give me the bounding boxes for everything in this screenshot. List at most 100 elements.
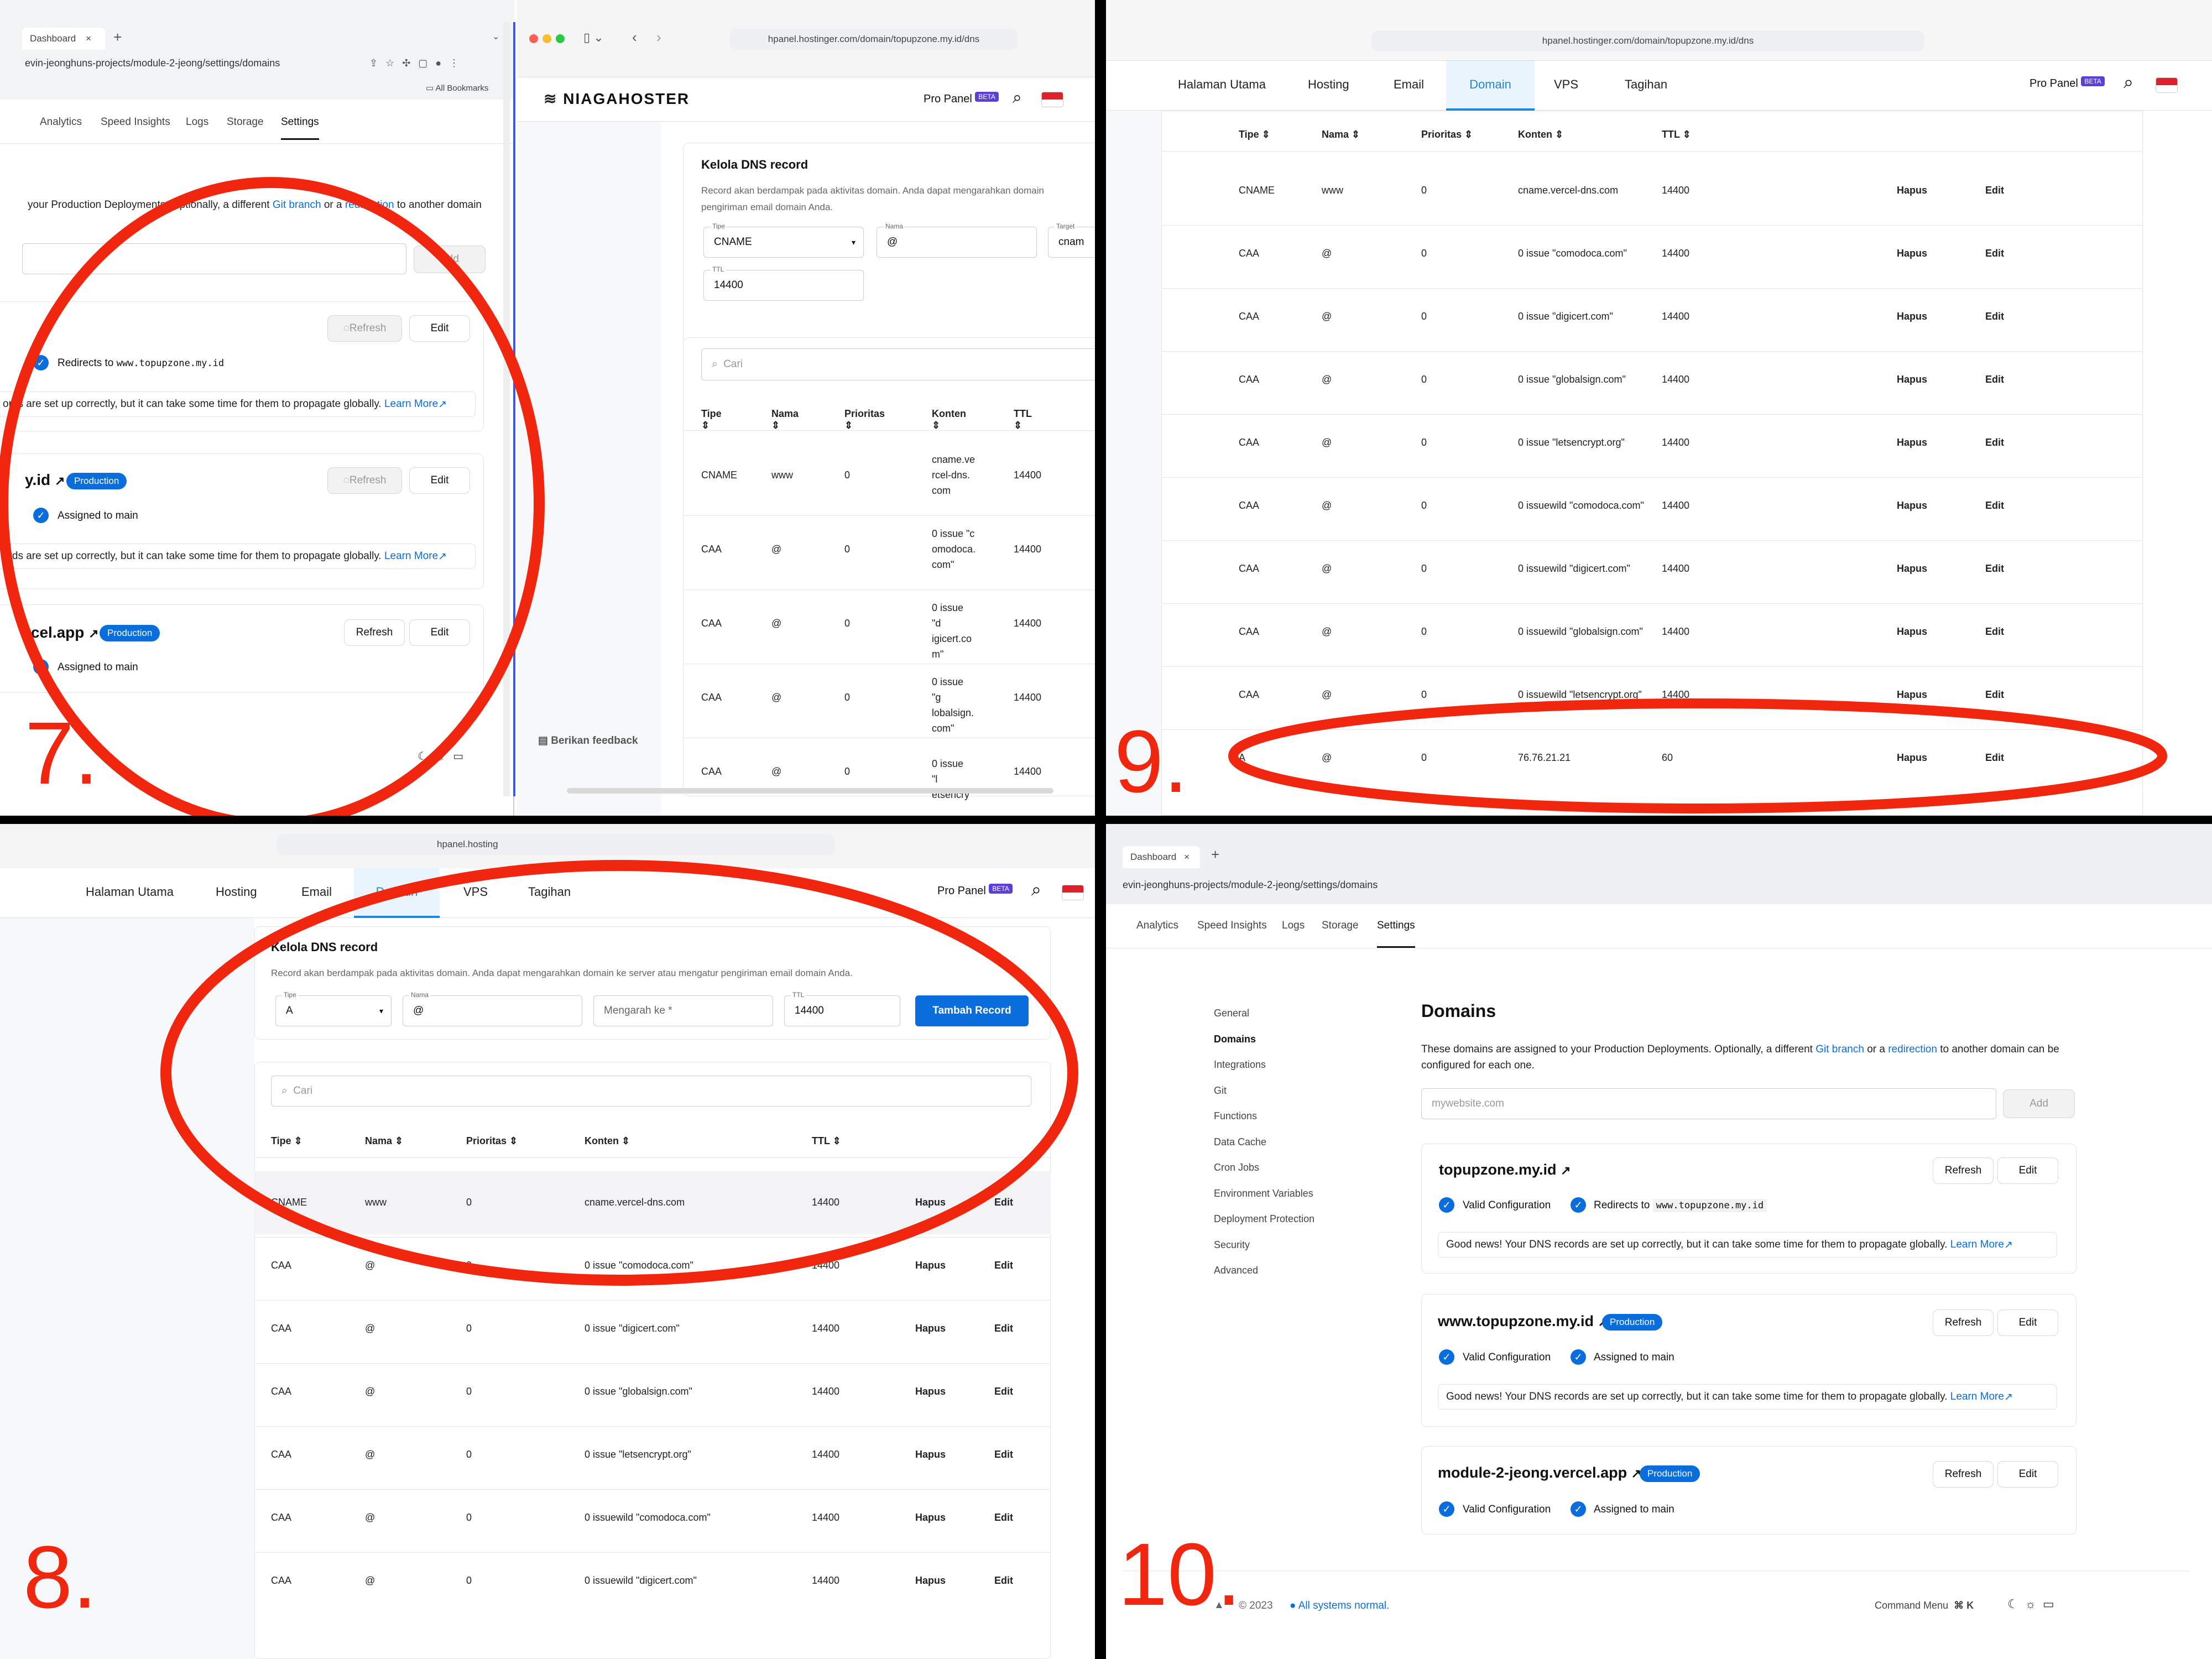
ttl-input[interactable]: 14400: [784, 995, 900, 1026]
domain-name[interactable]: www.topupzone.my.id ↗: [1438, 1313, 1608, 1330]
column-header[interactable]: Nama ⇕: [365, 1135, 403, 1147]
add-button[interactable]: Add: [414, 246, 486, 273]
edit-button[interactable]: Edit: [1985, 182, 2004, 198]
hapus-button[interactable]: Hapus: [1897, 309, 1927, 324]
edit-button[interactable]: Edit: [1985, 309, 2004, 324]
column-header[interactable]: Tipe ⇕: [701, 408, 722, 431]
edit-button[interactable]: Edit: [409, 467, 470, 494]
tab-storage[interactable]: Storage: [1322, 920, 1359, 932]
hapus-button[interactable]: Hapus: [1897, 435, 1927, 450]
tipe-select[interactable]: A ▾: [275, 995, 392, 1026]
edit-button[interactable]: Edit: [1985, 498, 2004, 513]
ttl-input[interactable]: 14400: [703, 270, 864, 301]
edit-button[interactable]: Edit: [1985, 624, 2004, 639]
feedback-button[interactable]: ▤ Berikan feedback: [538, 734, 638, 747]
edit-button[interactable]: Edit: [1985, 561, 2004, 576]
status-link[interactable]: ● All systems normal.: [1290, 1600, 1389, 1612]
hapus-button[interactable]: Hapus: [915, 1384, 946, 1399]
column-header[interactable]: Konten ⇕: [1518, 129, 1563, 140]
column-header[interactable]: TTL ⇕: [1014, 408, 1032, 431]
flag-icon[interactable]: [1041, 92, 1063, 107]
tab-storage[interactable]: Storage: [227, 116, 264, 128]
new-tab-icon[interactable]: +: [113, 29, 122, 46]
column-header[interactable]: Konten ⇕: [585, 1135, 630, 1147]
tab-speed-insights[interactable]: Speed Insights: [1197, 920, 1267, 932]
hapus-button[interactable]: Hapus: [915, 1258, 946, 1273]
new-tab-icon[interactable]: +: [1211, 846, 1219, 863]
nav-domain[interactable]: Domain: [354, 868, 440, 918]
column-header[interactable]: Prioritas ⇕: [466, 1135, 518, 1147]
external-link-icon[interactable]: ↗: [88, 627, 98, 640]
domain-input[interactable]: [22, 243, 406, 274]
domain-name[interactable]: topupzone.my.id ↗: [1439, 1161, 1571, 1178]
theme-icons[interactable]: ☾☼▭: [2007, 1597, 2061, 1611]
address-bar[interactable]: hpanel.hosting: [276, 834, 835, 855]
nav-vps[interactable]: VPS: [463, 885, 488, 899]
git-branch-link[interactable]: Git branch: [273, 199, 321, 211]
sidebar-item[interactable]: Functions: [1214, 1110, 1257, 1122]
learn-more-link[interactable]: Learn More: [1950, 1239, 2004, 1251]
nav-tagihan[interactable]: Tagihan: [528, 885, 571, 899]
refresh-button[interactable]: ◌ Refresh: [327, 467, 402, 494]
edit-button[interactable]: Edit: [1997, 1157, 2058, 1184]
edit-button[interactable]: Edit: [409, 315, 470, 342]
column-header[interactable]: TTL ⇕: [1662, 129, 1691, 140]
maximize-window-button[interactable]: [556, 34, 565, 43]
add-button[interactable]: Add: [2003, 1089, 2075, 1118]
hapus-button[interactable]: Hapus: [915, 1194, 946, 1210]
domain-name[interactable]: y.id ↗: [25, 471, 65, 489]
redirection-link[interactable]: redirection: [1888, 1044, 1937, 1055]
pro-panel-link[interactable]: Pro Panel BETA: [924, 92, 999, 106]
edit-button[interactable]: Edit: [1997, 1461, 2058, 1488]
hapus-button[interactable]: Hapus: [915, 1321, 946, 1336]
tab-speed-insights[interactable]: Speed Insights: [101, 116, 170, 128]
sidebar-item[interactable]: General: [1214, 1008, 1249, 1019]
edit-button[interactable]: Edit: [994, 1194, 1013, 1210]
nav-halaman-utama[interactable]: Halaman Utama: [86, 885, 174, 899]
column-header[interactable]: TTL ⇕: [812, 1135, 841, 1147]
search-input[interactable]: ⌕ Cari: [271, 1076, 1031, 1107]
hapus-button[interactable]: Hapus: [1897, 687, 1927, 702]
refresh-button[interactable]: Refresh: [344, 619, 405, 646]
refresh-button[interactable]: Refresh: [1933, 1310, 1994, 1336]
nav-domain[interactable]: Domain: [1446, 61, 1535, 111]
hapus-button[interactable]: Hapus: [915, 1573, 946, 1588]
tambah-record-button[interactable]: Tambah Record: [915, 995, 1029, 1026]
theme-icons[interactable]: ☾☼▭: [418, 749, 471, 763]
sidebar-item[interactable]: Security: [1214, 1239, 1250, 1251]
split-divider[interactable]: [513, 22, 515, 796]
refresh-button[interactable]: Refresh: [1933, 1461, 1994, 1488]
close-icon[interactable]: ×: [86, 33, 91, 44]
search-icon[interactable]: ⌕: [1013, 88, 1022, 107]
nama-input[interactable]: @: [877, 227, 1037, 258]
tab-logs[interactable]: Logs: [186, 116, 208, 128]
refresh-button[interactable]: Refresh: [1933, 1157, 1994, 1184]
hapus-button[interactable]: Hapus: [1897, 624, 1927, 639]
browser-toolbar-icons[interactable]: ⇪☆✣▢●⋮: [369, 58, 467, 69]
sidebar-item[interactable]: Advanced: [1214, 1265, 1258, 1276]
scrollbar[interactable]: [503, 22, 510, 796]
sidebar-toggle-icon[interactable]: ▯ ⌄: [583, 30, 604, 45]
column-header[interactable]: Tipe ⇕: [1239, 129, 1270, 140]
tipe-select[interactable]: CNAME ▾: [703, 227, 864, 258]
address-bar[interactable]: evin-jeonghuns-projects/module-2-jeong/s…: [25, 58, 280, 69]
domain-name[interactable]: module-2-jeong.vercel.app ↗: [1438, 1464, 1641, 1481]
column-header[interactable]: Prioritas ⇕: [1421, 129, 1473, 140]
column-header[interactable]: Nama ⇕: [1322, 129, 1360, 140]
nama-input[interactable]: @: [403, 995, 582, 1026]
nav-hosting[interactable]: Hosting: [1308, 77, 1349, 92]
niagahoster-logo[interactable]: ≋ NIAGAHOSTER: [544, 90, 690, 108]
column-header[interactable]: Prioritas ⇕: [844, 408, 885, 431]
nav-vps[interactable]: VPS: [1554, 77, 1578, 92]
nav-tagihan[interactable]: Tagihan: [1625, 77, 1667, 92]
address-bar[interactable]: hpanel.hostinger.com/domain/topupzone.my…: [1371, 30, 1924, 51]
forward-icon[interactable]: ›: [656, 29, 661, 46]
all-bookmarks[interactable]: ▭ All Bookmarks: [426, 83, 488, 93]
sidebar-item[interactable]: Integrations: [1214, 1059, 1266, 1071]
mengarah-input[interactable]: Mengarah ke *: [593, 995, 773, 1026]
external-link-icon[interactable]: ↗: [55, 474, 65, 488]
tab-analytics[interactable]: Analytics: [1136, 920, 1178, 932]
sidebar-item[interactable]: Git: [1214, 1085, 1227, 1097]
learn-more-link[interactable]: Learn More: [1950, 1391, 2004, 1403]
chevron-down-icon[interactable]: ⌄: [492, 31, 499, 42]
